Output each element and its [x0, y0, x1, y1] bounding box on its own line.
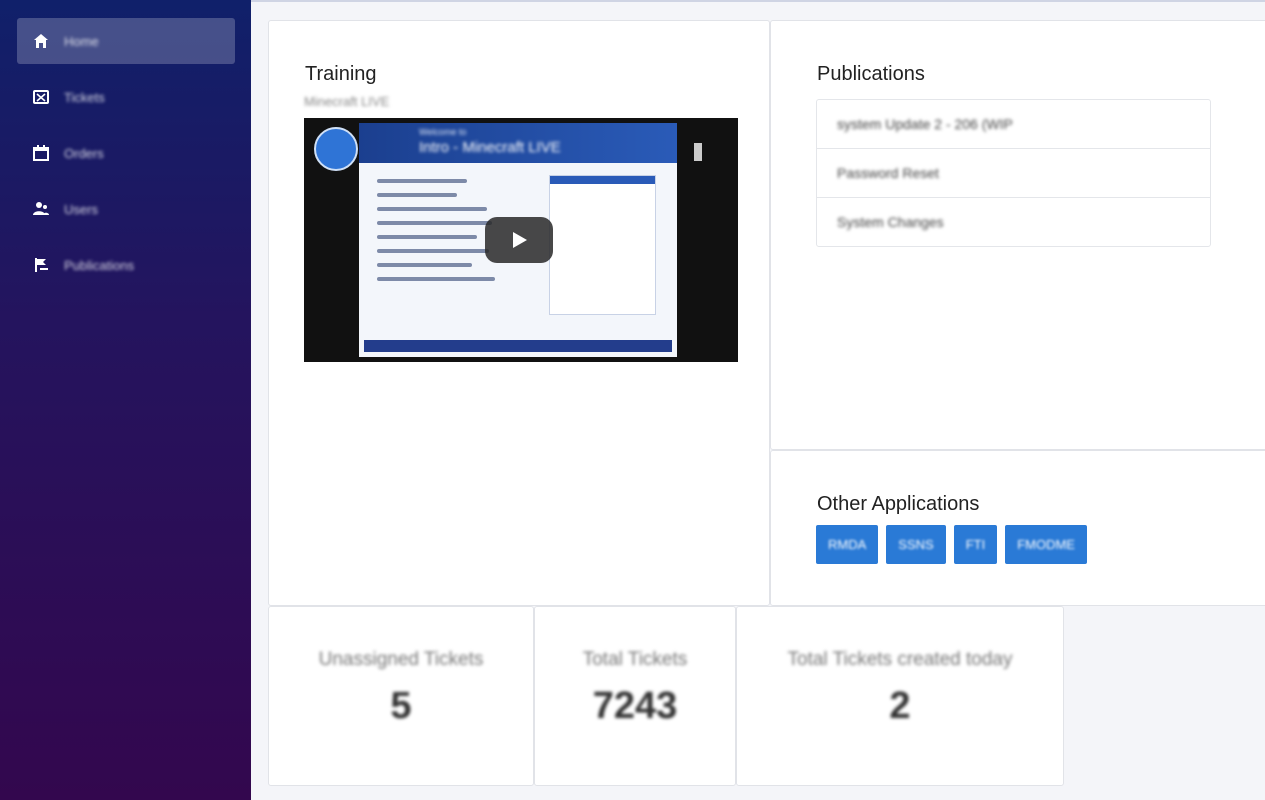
stat-label: Total Tickets — [582, 649, 688, 670]
video-slide-line — [377, 179, 467, 183]
video-slide-small-text: Welcome to — [419, 127, 467, 137]
publication-label: Password Reset — [837, 165, 939, 181]
stat-card-today: Total Tickets created today 2 — [736, 606, 1064, 786]
other-applications-title: Other Applications — [817, 493, 980, 515]
app-button-rmda[interactable]: RMDA — [816, 525, 879, 564]
stat-value: 2 — [889, 685, 911, 727]
sidebar-item-label: Users — [64, 201, 98, 217]
publication-label: System Changes — [837, 214, 944, 230]
video-channel-logo — [314, 127, 358, 171]
list-item[interactable]: Password Reset — [817, 149, 1210, 198]
training-video[interactable]: Welcome to Intro - Minecraft LIVE — [304, 118, 738, 362]
sidebar-item-label: Publications — [64, 257, 135, 273]
sidebar-item-publications[interactable]: Publications — [17, 242, 235, 288]
stat-value: 7243 — [592, 685, 678, 727]
sidebar-item-label: Home — [64, 33, 99, 49]
play-icon — [513, 232, 527, 248]
publication-label: system Update 2 - 206 (WIP — [837, 116, 1013, 132]
video-slide-line — [377, 235, 477, 239]
list-item[interactable]: System Changes — [817, 198, 1210, 246]
app-button-ssns[interactable]: SSNS — [886, 525, 946, 564]
sidebar-item-label: Tickets — [64, 89, 105, 105]
publications-title: Publications — [817, 63, 925, 85]
ticket-icon — [33, 90, 49, 104]
publications-list: system Update 2 - 206 (WIP Password Rese… — [816, 99, 1211, 247]
application-buttons: RMDA SSNS FTI FMODME — [816, 525, 1087, 564]
sidebar-item-orders[interactable]: Orders — [17, 130, 235, 176]
video-slide-header: Welcome to Intro - Minecraft LIVE — [359, 123, 677, 163]
other-applications-card: Other Applications RMDA SSNS FTI FMODME — [770, 450, 1265, 606]
video-slide-title: Intro - Minecraft LIVE — [419, 139, 561, 156]
app-button-fmodme[interactable]: FMODME — [1005, 525, 1087, 564]
users-icon — [33, 202, 49, 215]
flag-icon — [35, 258, 48, 272]
stat-label: Total Tickets created today — [787, 649, 1013, 670]
sidebar-item-label: Orders — [64, 145, 104, 161]
video-slide-footer — [364, 340, 672, 352]
video-slide-line — [377, 277, 495, 281]
video-slide-line — [377, 193, 457, 197]
sidebar-item-tickets[interactable]: Tickets — [17, 74, 235, 120]
stat-card-unassigned: Unassigned Tickets 5 — [268, 606, 534, 786]
stat-card-total: Total Tickets 7243 — [534, 606, 736, 786]
video-slide-line — [377, 249, 489, 253]
list-item[interactable]: system Update 2 - 206 (WIP — [817, 100, 1210, 149]
stat-value: 5 — [390, 685, 412, 727]
calendar-icon — [33, 145, 49, 161]
play-button[interactable] — [485, 217, 553, 263]
stat-label: Unassigned Tickets — [318, 649, 484, 670]
home-icon — [34, 34, 48, 48]
training-title: Training — [305, 63, 377, 85]
video-slide-panel — [549, 175, 656, 315]
sidebar-item-users[interactable]: Users — [17, 186, 235, 232]
video-slide-line — [377, 207, 487, 211]
top-divider — [251, 0, 1265, 2]
app-button-fti[interactable]: FTI — [953, 525, 998, 564]
sidebar-item-home[interactable]: Home — [17, 18, 235, 64]
training-video-subtitle: Minecraft LIVE — [304, 94, 390, 109]
video-menu-icon[interactable] — [694, 143, 702, 161]
video-slide-line — [377, 263, 472, 267]
sidebar: Home Tickets Orders Users Publications — [0, 0, 251, 800]
publications-card: Publications system Update 2 - 206 (WIP … — [770, 20, 1265, 450]
training-card: Training Minecraft LIVE Welcome to Intro… — [268, 20, 770, 606]
video-slide-line — [377, 221, 492, 225]
